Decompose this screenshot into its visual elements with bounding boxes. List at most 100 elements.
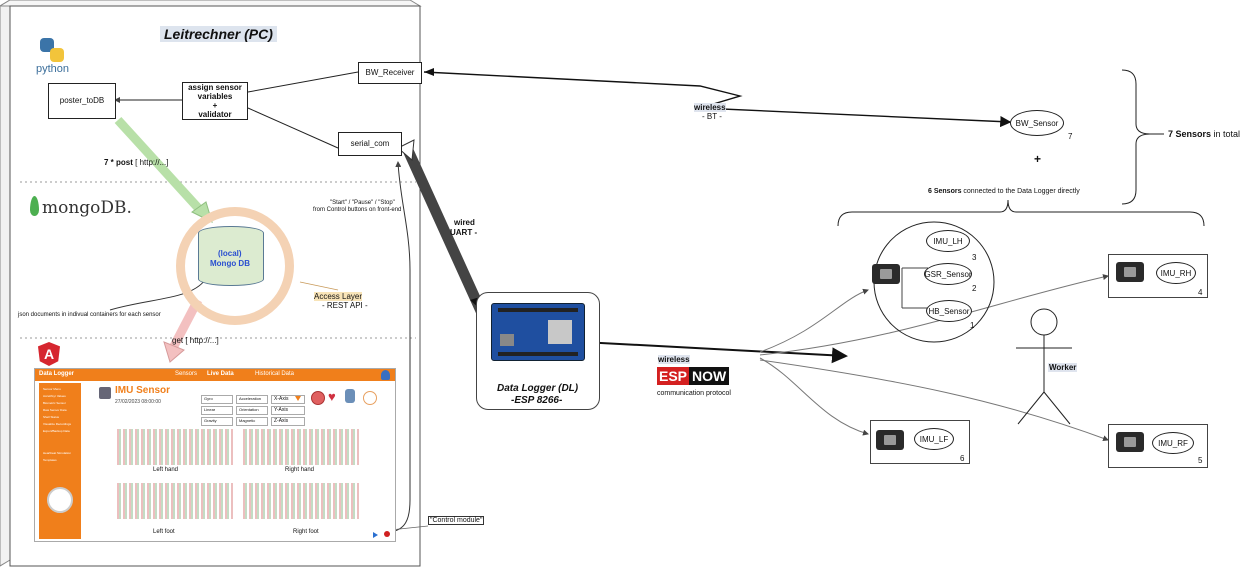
sidebar-item-7[interactable]: Heartbeat Simulation	[43, 451, 71, 455]
imu-lh-node: IMU_LH	[926, 230, 970, 252]
json-note: json documents in indivual containers fo…	[18, 312, 161, 318]
nav-sensors[interactable]: Sensors	[175, 371, 197, 377]
imu-rh-node: IMU_RH	[1156, 262, 1196, 284]
hand-icon	[363, 391, 377, 405]
chart-title-right-foot: Right foot	[293, 529, 319, 535]
rest-api-label: - REST API -	[322, 301, 368, 310]
bw-sensor-num: 7	[1068, 132, 1073, 141]
sidebar-item-0[interactable]: Sensor Menu	[43, 387, 61, 391]
get-label: get [ http://...]	[172, 336, 219, 345]
sensor-target-icon	[311, 391, 325, 405]
chart-right-foot	[243, 483, 359, 519]
wireless-bt-label: wireless	[694, 103, 726, 112]
user-avatar-icon[interactable]	[381, 370, 390, 380]
mongodb-leaf-icon	[30, 196, 39, 216]
sidebar-item-8[interactable]: Templates	[43, 458, 57, 462]
logger-subtitle: -ESP 8266-	[511, 395, 563, 406]
db-line-1: (local)	[218, 249, 242, 258]
chart-title-right-hand: Right hand	[285, 467, 315, 473]
bw-sensor-node: BW_Sensor	[1010, 110, 1064, 136]
sidebar-graphic	[47, 487, 73, 513]
nav-live-data[interactable]: Live Data	[207, 371, 234, 377]
heart-icon: ♥	[328, 389, 336, 404]
post-url: [ http://...]	[132, 158, 169, 167]
control-note-2: from Control buttons on front-end	[313, 207, 402, 213]
total-bold: 7 Sensors	[1168, 129, 1212, 139]
direct-rest: connected to the Data Logger directly	[961, 188, 1080, 195]
serial-com-node: serial_com	[338, 132, 402, 156]
person-icon	[345, 389, 355, 403]
imu-lf-node: IMU_LF	[914, 428, 954, 450]
frontend-brand: Data Logger	[39, 371, 75, 377]
now-text: NOW	[689, 367, 730, 385]
play-button[interactable]	[373, 532, 378, 538]
sidebar-item-3[interactable]: Raw Sensor Data	[43, 408, 67, 412]
selector-gyro[interactable]: Gyro	[201, 395, 233, 404]
selector-orientation[interactable]: Orientation	[236, 406, 268, 415]
control-module-label: "Control module"	[428, 516, 485, 525]
post-label: 7 * post [ http://...]	[104, 158, 168, 167]
dropdown-chevron-icon[interactable]	[295, 396, 301, 401]
sidebar-item-1[interactable]: Accel/Gyr Values	[43, 394, 66, 398]
wired-label: wired	[454, 218, 475, 227]
record-button[interactable]	[384, 531, 390, 537]
data-logger-node: Data Logger (DL) -ESP 8266-	[476, 292, 600, 410]
imu-rf-num: 5	[1198, 456, 1203, 465]
uart-label: UART -	[450, 228, 478, 237]
total-sensors-label: 7 Sensors in total	[1168, 129, 1240, 139]
chart-title-left-foot: Left foot	[153, 529, 175, 535]
esp-text: ESP	[657, 367, 690, 385]
db-line-2: Mongo DB	[210, 259, 250, 268]
assign-line-1: assign sensor	[188, 82, 242, 92]
sidebar-item-2[interactable]: Biometric Sensor	[43, 401, 66, 405]
wireless-esp-label: wireless	[658, 355, 690, 364]
imu-lf-board-icon	[876, 430, 904, 450]
mongo-db-node: (local) Mongo DB	[198, 226, 264, 286]
comm-protocol-label: communication protocol	[657, 390, 731, 397]
pc-title: Leitrechner (PC)	[160, 26, 277, 42]
python-label: python	[36, 63, 70, 75]
poster-todb-node: poster_toDB	[48, 83, 116, 119]
frontend-navbar: Data Logger Sensors Live Data Historical…	[35, 369, 395, 381]
imu-sensor-icon	[99, 387, 111, 399]
selector-linear[interactable]: Linear	[201, 406, 233, 415]
assign-line-4: validator	[198, 110, 232, 120]
python-logo-icon	[40, 38, 64, 62]
frontend-screenshot: Data Logger Sensors Live Data Historical…	[34, 368, 396, 542]
chart-right-hand	[243, 429, 359, 465]
bt-label: - BT -	[702, 112, 722, 121]
imu-rh-num: 4	[1198, 288, 1203, 297]
esp-now-logo: ESP NOW	[657, 366, 730, 386]
imu-rf-node: IMU_RF	[1152, 432, 1194, 454]
selector-acceleration[interactable]: Acceleration	[236, 395, 268, 404]
access-layer-label: Access Layer	[314, 292, 363, 301]
esp8266-board-icon	[491, 303, 585, 361]
sidebar-item-5[interactable]: Visualize Recordings	[43, 422, 71, 426]
chart-left-hand	[117, 429, 233, 465]
control-note-1: "Start" / "Pause" / "Stop"	[330, 200, 395, 206]
selector-y-axis[interactable]: Y-Axis	[271, 406, 305, 415]
chart-left-foot	[117, 483, 233, 519]
selector-z-axis[interactable]: Z-Axis	[271, 417, 305, 426]
imu-lh-num: 3	[972, 253, 977, 262]
assign-line-2: variables	[197, 91, 233, 101]
imu-sensor-title: IMU Sensor	[115, 385, 171, 396]
sidebar-item-6[interactable]: Export/Backup Data	[43, 429, 70, 433]
selector-magnetic[interactable]: Magnetic	[236, 417, 268, 426]
plus-sign: +	[1034, 152, 1042, 166]
frontend-sidebar: Sensor Menu Accel/Gyr Values Biometric S…	[39, 383, 81, 539]
selector-gravity[interactable]: Gravity	[201, 417, 233, 426]
logger-title: Data Logger (DL)	[497, 383, 579, 394]
sidebar-item-4[interactable]: Shell Status	[43, 415, 59, 419]
imu-rf-board-icon	[1116, 432, 1144, 452]
nav-historical[interactable]: Historical Data	[255, 371, 294, 377]
hb-sensor-num: 1	[970, 321, 975, 330]
imu-timestamp: 27/02/2023 08:00:00	[115, 399, 161, 405]
direct-sensors-label: 6 Sensors connected to the Data Logger d…	[928, 188, 1080, 195]
post-bold: 7 * post	[104, 158, 133, 167]
assign-validator-node: assign sensor variables + validator	[182, 82, 248, 120]
imu-rh-board-icon	[1116, 262, 1144, 282]
worker-label: Worker	[1048, 363, 1078, 372]
cluster-board-icon	[872, 264, 900, 284]
total-rest: in total	[1211, 129, 1241, 139]
